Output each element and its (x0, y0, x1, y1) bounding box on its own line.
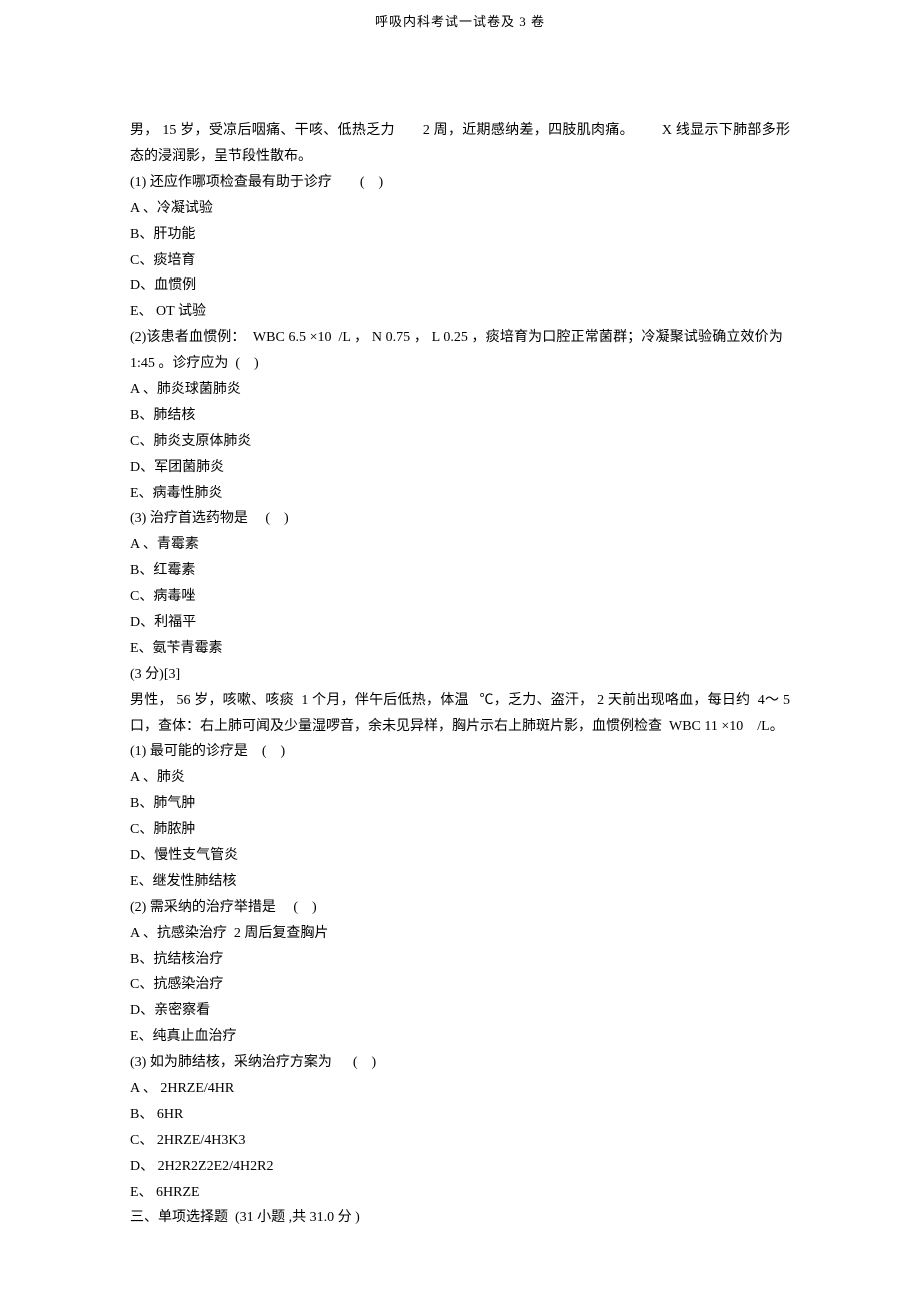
case2-q1-option-d: D、慢性支气管炎 (130, 843, 790, 869)
case1-q2-option-d: D、军团菌肺炎 (130, 455, 790, 481)
case1-q3-option-e: E、氨苄青霉素 (130, 636, 790, 662)
content-body: 男， 15 岁，受凉后咽痛、干咳、低热乏力 2 周，近期感纳差，四肢肌肉痛。 X… (130, 118, 790, 1231)
case2-q2-option-c: C、抗感染治疗 (130, 972, 790, 998)
case2-q1-option-b: B、肺气肿 (130, 791, 790, 817)
case1-q1-option-d: D、血惯例 (130, 273, 790, 299)
case1-q1: (1) 还应作哪项检查最有助于诊疗 ( ) (130, 170, 790, 196)
case2-q3-option-e: E、 6HRZE (130, 1180, 790, 1206)
case1-q2-option-b: B、肺结核 (130, 403, 790, 429)
case2-intro: 男性， 56 岁，咳嗽、咳痰 1 个月，伴午后低热，体温 ℃，乏力、盗汗， 2 … (130, 688, 790, 740)
case1-q2-option-e: E、病毒性肺炎 (130, 481, 790, 507)
case1-q3-option-a: A 、青霉素 (130, 532, 790, 558)
case2-q2-option-b: B、抗结核治疗 (130, 947, 790, 973)
case2-q3-option-a: A 、 2HRZE/4HR (130, 1076, 790, 1102)
case1-q2: (2)该患者血惯例： WBC 6.5 ×10 /L ， N 0.75 ， L 0… (130, 325, 790, 377)
page-header: 呼吸内科考试一试卷及 3 卷 (130, 10, 790, 34)
case1-q1-option-c: C、痰培育 (130, 248, 790, 274)
case2-q3-option-b: B、 6HR (130, 1102, 790, 1128)
case1-q3-option-b: B、红霉素 (130, 558, 790, 584)
case1-q3-option-c: C、病毒唑 (130, 584, 790, 610)
case2-q2: (2) 需采纳的治疗举措是 ( ) (130, 895, 790, 921)
case2-q3-option-c: C、 2HRZE/4H3K3 (130, 1128, 790, 1154)
case2-q2-option-d: D、亲密察看 (130, 998, 790, 1024)
score-note: (3 分)[3] (130, 662, 790, 688)
case2-q1: (1) 最可能的诊疗是 ( ) (130, 739, 790, 765)
case1-q1-option-e: E、 OT 试验 (130, 299, 790, 325)
case1-q1-option-b: B、肝功能 (130, 222, 790, 248)
case2-q1-option-e: E、继发性肺结核 (130, 869, 790, 895)
case2-q3: (3) 如为肺结核，采纳治疗方案为 ( ) (130, 1050, 790, 1076)
case1-q1-option-a: A 、冷凝试验 (130, 196, 790, 222)
case1-q3: (3) 治疗首选药物是 ( ) (130, 506, 790, 532)
case1-q3-option-d: D、利福平 (130, 610, 790, 636)
case1-intro: 男， 15 岁，受凉后咽痛、干咳、低热乏力 2 周，近期感纳差，四肢肌肉痛。 X… (130, 118, 790, 170)
case2-q2-option-e: E、纯真止血治疗 (130, 1024, 790, 1050)
case2-q1-option-a: A 、肺炎 (130, 765, 790, 791)
case1-q2-option-a: A 、肺炎球菌肺炎 (130, 377, 790, 403)
case2-q1-option-c: C、肺脓肿 (130, 817, 790, 843)
case2-q2-option-a: A 、抗感染治疗 2 周后复查胸片 (130, 921, 790, 947)
case1-q2-option-c: C、肺炎支原体肺炎 (130, 429, 790, 455)
case2-q3-option-d: D、 2H2R2Z2E2/4H2R2 (130, 1154, 790, 1180)
section-3-heading: 三、单项选择题 (31 小题 ,共 31.0 分 ) (130, 1205, 790, 1231)
